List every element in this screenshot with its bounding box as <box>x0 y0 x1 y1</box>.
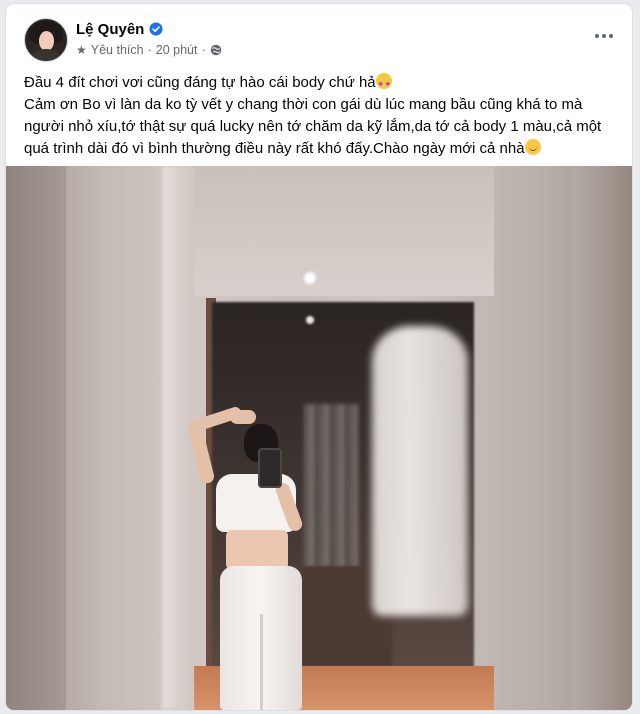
avatar-face <box>39 31 54 51</box>
more-options-button[interactable] <box>590 26 618 46</box>
meta-separator: · <box>147 43 152 57</box>
post-header: Lệ Quyên ★ Yêu thích · 20 phút · <box>6 4 632 66</box>
meta-separator-2: · <box>201 43 206 57</box>
photo-white-dress <box>372 326 468 616</box>
post-text-line-2: Cảm ơn Bo vì làn da ko tỳ vết y chang th… <box>24 94 618 160</box>
more-dot-icon <box>595 34 599 38</box>
post-body-text: Đầu 4 đít chơi vơi cũng đáng tự hào cái … <box>24 72 618 160</box>
person-phone <box>258 448 282 488</box>
author-name[interactable]: Lệ Quyên <box>76 21 144 38</box>
author-name-row: Lệ Quyên <box>76 19 163 39</box>
globe-icon[interactable] <box>210 44 222 56</box>
star-icon: ★ <box>76 43 87 57</box>
star-struck-emoji-icon <box>375 73 392 96</box>
photo-ceiling <box>194 166 494 296</box>
post-text-line-1-content: Đầu 4 đít chơi vơi cũng đáng tự hào cái … <box>24 74 376 91</box>
photo-wall-right <box>572 166 632 710</box>
more-dot-icon <box>602 34 606 38</box>
favorites-label[interactable]: Yêu thích <box>91 43 144 57</box>
smiling-face-emoji-icon <box>524 139 541 155</box>
feed-background: Lệ Quyên ★ Yêu thích · 20 phút · Đầu 4 đ… <box>0 0 640 714</box>
post-text-line-2-content: Cảm ơn Bo vì làn da ko tỳ vết y chang th… <box>24 96 602 157</box>
post-text-line-1: Đầu 4 đít chơi vơi cũng đáng tự hào cái … <box>24 72 618 96</box>
post-meta: ★ Yêu thích · 20 phút · <box>76 42 222 58</box>
person-left-arm <box>186 419 216 485</box>
photo-person-selfie <box>186 404 326 710</box>
post-card: Lệ Quyên ★ Yêu thích · 20 phút · Đầu 4 đ… <box>6 4 632 710</box>
post-photo[interactable] <box>6 166 632 710</box>
person-hand <box>230 410 256 424</box>
photo-closet-light <box>306 316 314 324</box>
person-pants-split <box>260 614 263 710</box>
post-time[interactable]: 20 phút <box>156 43 198 57</box>
person-midriff <box>226 530 288 570</box>
author-avatar[interactable] <box>24 18 68 62</box>
more-dot-icon <box>609 34 613 38</box>
photo-ceiling-light <box>302 270 318 286</box>
avatar-shoulder <box>31 49 61 61</box>
verified-badge-icon <box>149 22 163 36</box>
photo-wall-left <box>6 166 66 710</box>
